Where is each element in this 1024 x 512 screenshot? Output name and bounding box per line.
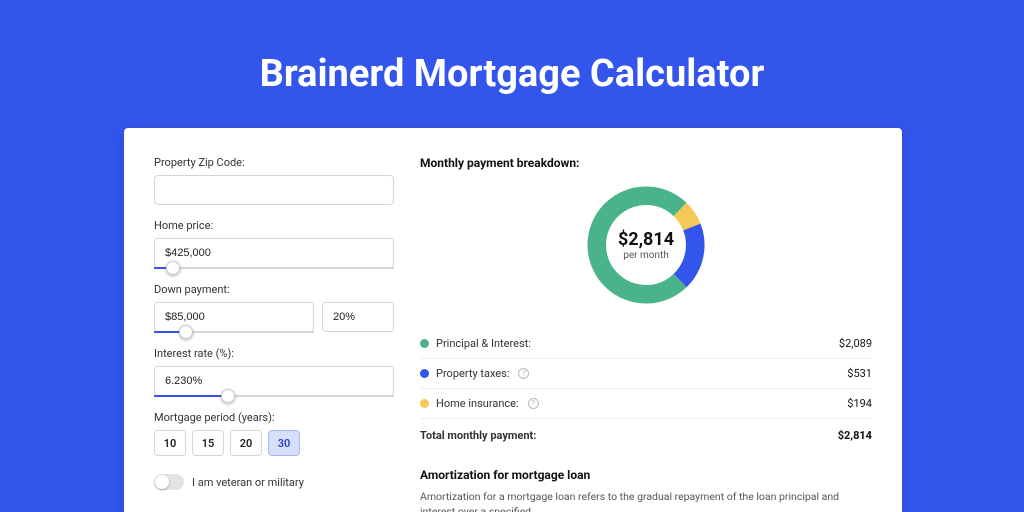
breakdown-column: Monthly payment breakdown: $2,814 per mo… [420,156,872,512]
home-price-label: Home price: [154,219,394,232]
interest-field-wrap: Interest rate (%): [154,347,394,397]
zip-field-wrap: Property Zip Code: [154,156,394,205]
home-price-field-wrap: Home price: [154,219,394,269]
veteran-toggle-label: I am veteran or military [192,476,304,489]
page-title: Brainerd Mortgage Calculator [0,0,1024,96]
info-icon[interactable]: ? [518,368,529,379]
breakdown-label-tax: Property taxes: [436,367,509,380]
veteran-toggle-row: I am veteran or military [154,474,394,490]
swatch-tax [420,369,429,378]
breakdown-heading: Monthly payment breakdown: [420,156,872,170]
breakdown-label-pi: Principal & Interest: [436,337,531,350]
form-column: Property Zip Code: Home price: Down paym… [154,156,394,512]
period-field-wrap: Mortgage period (years): 10152030 [154,411,394,456]
period-option-20[interactable]: 20 [230,430,262,456]
donut-center: $2,814 per month [581,180,711,310]
breakdown-value-ins: $194 [847,397,872,410]
down-payment-field-wrap: Down payment: [154,283,394,333]
home-price-slider[interactable] [154,267,394,269]
period-option-30[interactable]: 30 [268,430,300,456]
breakdown-row-ins: Home insurance:? $194 [420,389,872,419]
down-payment-slider[interactable] [154,331,314,333]
donut-chart-wrap: $2,814 per month [420,180,872,310]
down-payment-percent-input[interactable] [322,302,394,332]
donut-amount: $2,814 [618,229,674,250]
breakdown-line-items: Principal & Interest: $2,089 Property taxe… [420,328,872,450]
slider-thumb[interactable] [179,325,193,339]
breakdown-row-tax: Property taxes:? $531 [420,359,872,389]
interest-rate-input[interactable] [154,366,394,396]
zip-label: Property Zip Code: [154,156,394,169]
amortization-section: Amortization for mortgage loan Amortizat… [420,468,872,512]
breakdown-value-tax: $531 [847,367,872,380]
donut-chart: $2,814 per month [581,180,711,310]
slider-thumb[interactable] [221,389,235,403]
breakdown-row-total: Total monthly payment: $2,814 [420,419,872,450]
veteran-toggle[interactable] [154,474,184,490]
down-payment-amount-input[interactable] [154,302,314,332]
mortgage-period-options: 10152030 [154,430,394,456]
amortization-text: Amortization for a mortgage loan refers … [420,490,872,512]
breakdown-label-ins: Home insurance: [436,397,519,410]
swatch-pi [420,339,429,348]
breakdown-row-pi: Principal & Interest: $2,089 [420,329,872,359]
period-option-10[interactable]: 10 [154,430,186,456]
breakdown-total-label: Total monthly payment: [420,429,536,442]
donut-sub: per month [623,250,669,261]
period-option-15[interactable]: 15 [192,430,224,456]
calculator-card: Property Zip Code: Home price: Down paym… [124,128,902,512]
swatch-ins [420,399,429,408]
down-payment-label: Down payment: [154,283,394,296]
breakdown-total-value: $2,814 [838,429,872,442]
home-price-input[interactable] [154,238,394,268]
mortgage-period-label: Mortgage period (years): [154,411,394,424]
interest-rate-label: Interest rate (%): [154,347,394,360]
zip-input[interactable] [154,175,394,205]
interest-rate-slider[interactable] [154,395,394,397]
info-icon[interactable]: ? [528,398,539,409]
page-root: Brainerd Mortgage Calculator Property Zi… [0,0,1024,512]
slider-thumb[interactable] [166,261,180,275]
breakdown-value-pi: $2,089 [839,337,872,350]
amortization-heading: Amortization for mortgage loan [420,468,872,482]
